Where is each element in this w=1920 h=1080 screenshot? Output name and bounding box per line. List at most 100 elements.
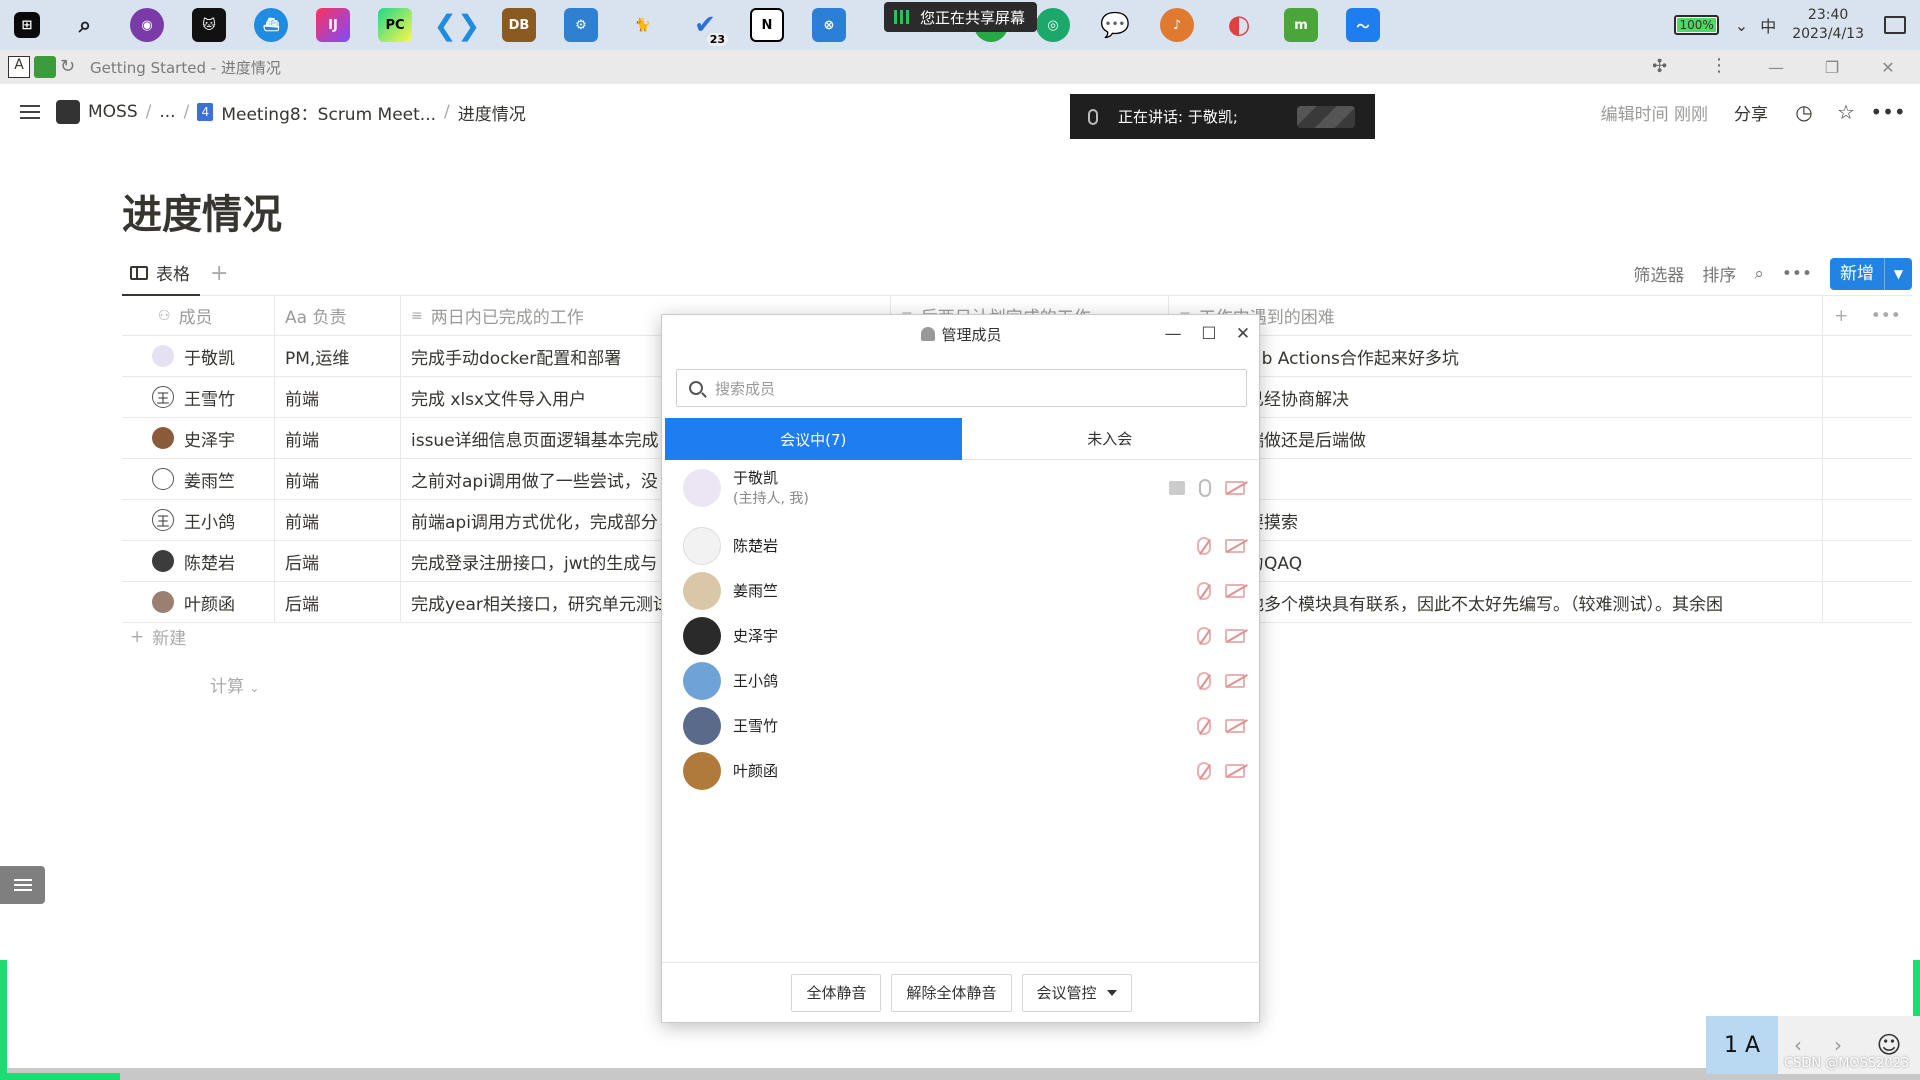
new-button[interactable]: 新增 ▼ [1830, 257, 1912, 290]
close-window-button[interactable]: ✕ [1860, 50, 1916, 84]
star-icon[interactable]: ☆ [1836, 100, 1856, 124]
wechat-icon[interactable]: 💬 [1098, 8, 1132, 42]
camera-off-icon[interactable] [1225, 674, 1245, 688]
member-search-input[interactable]: 搜索成员 [676, 369, 1247, 407]
role-cell[interactable]: 前端 [274, 500, 400, 540]
camera-off-icon[interactable] [1225, 481, 1245, 495]
battery-indicator[interactable]: 100% [1674, 15, 1719, 35]
mute-all-button[interactable]: 全体静音 [791, 973, 882, 1012]
scrap-app-icon[interactable]: ◐ [1222, 8, 1256, 42]
search-icon[interactable]: ⌕ [68, 8, 102, 42]
more-horizontal-icon[interactable]: ••• [1870, 100, 1905, 124]
table-of-contents-button[interactable] [0, 866, 45, 904]
dosbox-icon[interactable]: DB [502, 8, 536, 42]
add-view-icon[interactable]: + [210, 261, 228, 286]
member-cell[interactable]: 史泽宇 [122, 418, 274, 458]
issue-cell[interactable]: 清楚是前端做还是后端做 [1168, 418, 1823, 458]
share-button[interactable]: 分享 [1734, 100, 1768, 125]
column-header[interactable]: ≡工作中遇到的困难 [1168, 296, 1823, 335]
member-cell[interactable]: 王王雪竹 [122, 377, 274, 417]
vscode-icon[interactable]: ❮❯ [434, 8, 481, 42]
member-cell[interactable]: 叶颜函 [122, 582, 274, 622]
minimize-dialog-button[interactable]: — [1162, 323, 1184, 345]
breadcrumb-workspace[interactable]: MOSS [88, 102, 138, 122]
edge-dev-icon[interactable]: ◎ [1036, 8, 1070, 42]
extension-icon[interactable] [34, 56, 56, 78]
menu-icon[interactable] [20, 105, 40, 119]
tab-table-view[interactable]: 表格 [122, 252, 200, 296]
cat-app-icon[interactable]: 🐈 [626, 8, 660, 42]
column-header[interactable]: Aa 负责 [274, 296, 400, 335]
member-cell[interactable]: 于敬凯 [122, 336, 274, 376]
member-item[interactable]: 史泽宇 [662, 611, 1261, 661]
tab-in-meeting[interactable]: 会议中(7) [665, 418, 962, 460]
more-horizontal-icon[interactable]: ••• [1782, 264, 1812, 284]
member-item[interactable]: 王小鸽 [662, 656, 1261, 706]
member-item[interactable]: 姜雨竺 [662, 566, 1261, 616]
tab-not-joined[interactable]: 未入会 [961, 418, 1258, 460]
ime-toolbar[interactable]: 1 A [1706, 1016, 1778, 1074]
meeting-app-icon[interactable]: 〜 [1346, 8, 1380, 42]
maximize-window-button[interactable]: ❐ [1804, 50, 1860, 84]
microphone-icon[interactable] [1199, 479, 1211, 497]
chevron-down-icon[interactable]: ⌄ [1735, 16, 1748, 35]
breadcrumb-current[interactable]: 进度情况 [458, 100, 526, 125]
ime-indicator[interactable]: 中 [1760, 13, 1776, 37]
issue-cell[interactable]: er、GitHub Actions合作起来好多坑 [1168, 336, 1823, 376]
chevron-left-icon[interactable]: ‹ [1794, 1033, 1802, 1057]
todo-app-icon[interactable]: ✔ 23 [688, 8, 728, 46]
microphone-off-icon[interactable] [1197, 717, 1211, 735]
column-header[interactable]: ⚇ 成员 [122, 296, 274, 335]
minimize-window-button[interactable]: — [1748, 50, 1804, 84]
role-cell[interactable]: 前端 [274, 418, 400, 458]
close-dialog-button[interactable]: ✕ [1232, 323, 1254, 345]
windows-start-icon[interactable]: ⊞ [14, 12, 40, 38]
docker-icon[interactable]: ⛴ [254, 8, 288, 42]
puzzle-icon[interactable]: ✣ [1652, 56, 1667, 77]
camera-off-icon[interactable] [1225, 584, 1245, 598]
history-clock-icon[interactable]: ◷ [1794, 100, 1814, 124]
more-vert-icon[interactable]: ⋮ [1710, 55, 1728, 76]
issue-cell[interactable]: 模块和其他多个模块具有联系，因此不太好先编写。（较难测试）。其余困 [1168, 582, 1823, 622]
github-desktop-icon[interactable]: ◉ [130, 8, 164, 42]
member-item[interactable]: 陈楚岩 [662, 521, 1261, 571]
member-item[interactable]: 叶颜函 [662, 746, 1261, 796]
tool-app-icon[interactable]: ⊗ [812, 8, 846, 42]
search-icon[interactable]: ⌕ [1754, 264, 1764, 284]
more-horizontal-icon[interactable]: ••• [1871, 306, 1901, 326]
member-cell[interactable]: 陈楚岩 [122, 541, 274, 581]
member-cell[interactable]: 姜雨竺 [122, 459, 274, 499]
issue-cell[interactable]: 顶了（。 [1168, 459, 1823, 499]
mohist-app-icon[interactable]: m [1284, 8, 1318, 42]
role-cell[interactable]: 前端 [274, 459, 400, 499]
notification-icon[interactable] [1884, 16, 1906, 34]
screen-share-notice[interactable]: 您正在共享屏幕 [884, 2, 1038, 32]
camera-off-icon[interactable] [1225, 719, 1245, 733]
member-item[interactable]: 王雪竹 [662, 701, 1261, 751]
screen-share-icon[interactable] [1169, 481, 1185, 495]
filter-button[interactable]: 筛选器 [1633, 261, 1684, 286]
meeting-control-dropdown[interactable]: 会议管控 [1021, 973, 1132, 1012]
intellij-icon[interactable]: IJ [316, 8, 350, 42]
role-cell[interactable]: 后端 [274, 582, 400, 622]
breadcrumb-meeting[interactable]: Meeting8：Scrum Meet... [221, 100, 436, 125]
camera-off-icon[interactable] [1225, 629, 1245, 643]
issue-cell[interactable]: 用方式需要摸索 [1168, 500, 1823, 540]
chevron-right-icon[interactable]: › [1834, 1033, 1842, 1057]
pycharm-icon[interactable]: PC [378, 8, 412, 42]
sort-button[interactable]: 排序 [1702, 261, 1736, 286]
music-app-icon[interactable]: ♪ [1160, 8, 1194, 42]
maximize-dialog-button[interactable]: ☐ [1198, 323, 1220, 345]
role-cell[interactable]: 前端 [274, 377, 400, 417]
camera-off-icon[interactable] [1225, 539, 1245, 553]
notion-icon[interactable]: N [750, 8, 784, 42]
member-cell[interactable]: 王王小鸽 [122, 500, 274, 540]
unmute-all-button[interactable]: 解除全体静音 [891, 973, 1012, 1012]
microphone-off-icon[interactable] [1197, 672, 1211, 690]
role-cell[interactable]: 后端 [274, 541, 400, 581]
calculate-button[interactable]: 计算 ⌄ [210, 672, 259, 697]
new-row-button[interactable]: + 新建 [122, 624, 186, 650]
issue-cell[interactable]: 耗不少精力QAQ [1168, 541, 1823, 581]
add-column-icon[interactable]: + [1834, 306, 1848, 326]
microphone-off-icon[interactable] [1197, 582, 1211, 600]
